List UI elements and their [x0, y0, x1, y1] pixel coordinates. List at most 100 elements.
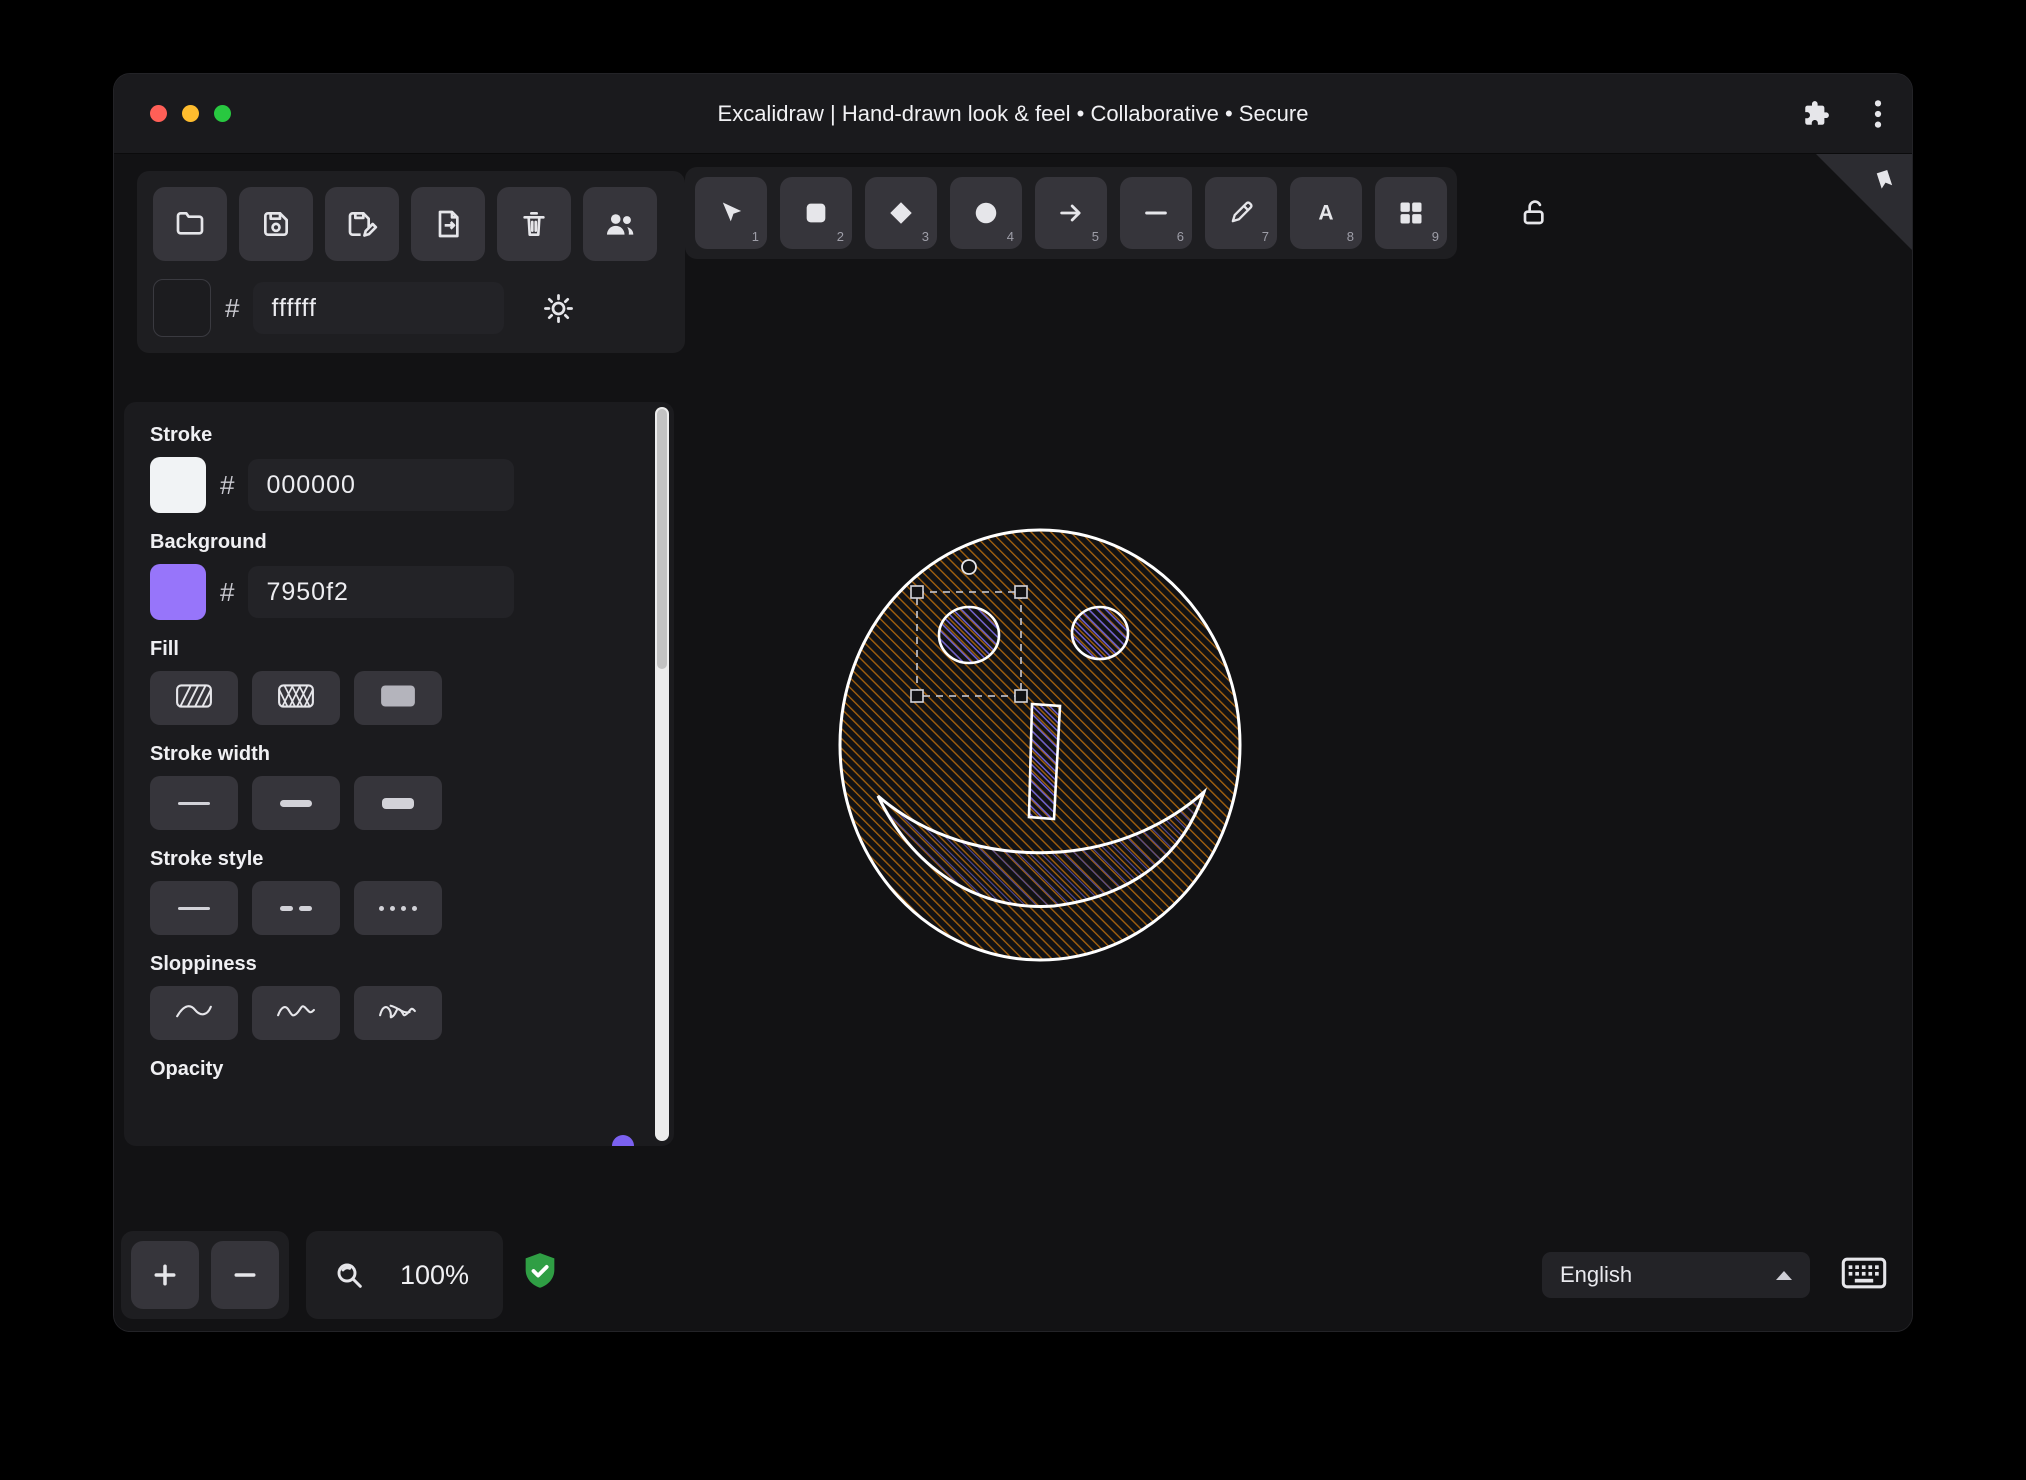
tool-shapes-library[interactable]: 9 — [1375, 177, 1447, 249]
rectangle-icon — [802, 199, 830, 227]
tool-line[interactable]: 6 — [1120, 177, 1192, 249]
crosshatch-icon — [277, 683, 315, 714]
export-icon — [432, 208, 464, 240]
tool-shortcut: 9 — [1431, 229, 1439, 244]
tool-rectangle[interactable]: 2 — [780, 177, 852, 249]
canvas-color-input[interactable] — [253, 282, 505, 334]
panel-scrollbar[interactable] — [655, 407, 669, 1141]
collaborators-icon — [603, 207, 637, 241]
zoom-reset-icon — [333, 1259, 365, 1291]
arrow-icon — [1057, 199, 1085, 227]
fullscreen-button[interactable] — [214, 105, 231, 122]
hachure-icon — [175, 683, 213, 714]
encryption-shield-icon[interactable] — [519, 1250, 561, 1297]
tool-arrow[interactable]: 5 — [1035, 177, 1107, 249]
resize-handle-ne[interactable] — [1014, 585, 1028, 599]
stroke-width-bold-button[interactable] — [252, 776, 340, 830]
chevron-up-icon — [1776, 1270, 1792, 1280]
opacity-label: Opacity — [150, 1058, 224, 1080]
rotation-handle[interactable] — [961, 559, 977, 575]
shapes-grid-icon — [1397, 199, 1425, 227]
theme-sun-icon[interactable] — [542, 292, 575, 325]
sloppiness-cartoonist-button[interactable] — [354, 986, 442, 1040]
ellipse-icon — [972, 199, 1000, 227]
tool-selection[interactable]: 1 — [695, 177, 767, 249]
minus-icon — [230, 1260, 260, 1290]
plus-icon — [150, 1260, 180, 1290]
line-icon — [1142, 199, 1170, 227]
background-color-input[interactable] — [248, 566, 515, 618]
bold-line-icon — [280, 799, 312, 807]
kebab-menu-icon[interactable] — [1874, 99, 1882, 129]
tool-shortcut: 4 — [1006, 229, 1014, 244]
zoom-island — [121, 1231, 289, 1319]
save-button[interactable] — [239, 187, 313, 261]
close-button[interactable] — [150, 105, 167, 122]
tool-draw[interactable]: 7 — [1205, 177, 1277, 249]
zoom-out-button[interactable] — [211, 1241, 279, 1309]
tool-shortcut: 6 — [1176, 229, 1184, 244]
nose-shape[interactable] — [1027, 702, 1062, 821]
collaboration-button[interactable] — [583, 187, 657, 261]
canvas-background-swatch[interactable] — [153, 279, 211, 337]
sloppiness-artist-button[interactable] — [252, 986, 340, 1040]
resize-handle-se[interactable] — [1014, 689, 1028, 703]
stroke-style-dashed-button[interactable] — [252, 881, 340, 935]
drawing-smiley[interactable] — [814, 514, 1284, 994]
stroke-style-label: Stroke style — [150, 848, 264, 870]
background-color-swatch[interactable] — [150, 564, 206, 620]
tool-shortcut: 2 — [836, 229, 844, 244]
fill-hachure-button[interactable] — [150, 671, 238, 725]
properties-panel: Stroke # Background # Fill — [124, 402, 674, 1146]
zoom-level[interactable]: 100% — [400, 1260, 469, 1291]
open-button[interactable] — [153, 187, 227, 261]
stroke-color-swatch[interactable] — [150, 457, 206, 513]
tool-text[interactable]: A 8 — [1290, 177, 1362, 249]
traffic-lights — [150, 105, 231, 122]
zoom-reset-button[interactable] — [316, 1242, 382, 1308]
zoom-reset-island: 100% — [306, 1231, 504, 1319]
stroke-style-solid-button[interactable] — [150, 881, 238, 935]
resize-handle-sw[interactable] — [910, 689, 924, 703]
left-eye-shape[interactable] — [937, 605, 1001, 665]
resize-handle-nw[interactable] — [910, 585, 924, 599]
tool-shortcut: 5 — [1091, 229, 1099, 244]
dotted-line-icon — [401, 905, 406, 911]
minimize-button[interactable] — [182, 105, 199, 122]
zoom-in-button[interactable] — [131, 1241, 199, 1309]
library-corner-toggle[interactable] — [1816, 154, 1912, 250]
tool-diamond[interactable]: 3 — [865, 177, 937, 249]
stroke-width-label: Stroke width — [150, 743, 271, 765]
lock-icon[interactable] — [1519, 197, 1551, 234]
text-icon: A — [1312, 199, 1340, 227]
save-as-button[interactable] — [325, 187, 399, 261]
keyboard-shortcuts-icon[interactable] — [1841, 1256, 1887, 1295]
sloppiness-architect-button[interactable] — [150, 986, 238, 1040]
canvas-area[interactable]: # 1 2 3 4 — [114, 154, 1912, 1331]
tool-ellipse[interactable]: 4 — [950, 177, 1022, 249]
right-eye-shape[interactable] — [1070, 605, 1130, 661]
background-label: Background — [150, 531, 267, 553]
cartoonist-squiggle-icon — [378, 999, 418, 1028]
fill-crosshatch-button[interactable] — [252, 671, 340, 725]
language-select[interactable]: English — [1542, 1252, 1810, 1298]
opacity-slider-thumb[interactable] — [612, 1135, 634, 1146]
title-bar: Excalidraw | Hand-drawn look & feel • Co… — [114, 74, 1912, 154]
fill-solid-button[interactable] — [354, 671, 442, 725]
dotted-line-icon — [412, 905, 417, 911]
stroke-color-input[interactable] — [248, 459, 515, 511]
stroke-width-thin-button[interactable] — [150, 776, 238, 830]
stroke-style-dotted-button[interactable] — [354, 881, 442, 935]
extensions-icon[interactable] — [1803, 100, 1830, 127]
extrabold-line-icon — [382, 797, 414, 809]
window-title: Excalidraw | Hand-drawn look & feel • Co… — [717, 100, 1309, 126]
app-window: Excalidraw | Hand-drawn look & feel • Co… — [114, 74, 1912, 1331]
diamond-icon — [887, 199, 915, 227]
pencil-icon — [1227, 199, 1255, 227]
stroke-width-extrabold-button[interactable] — [354, 776, 442, 830]
export-button[interactable] — [411, 187, 485, 261]
save-icon — [260, 208, 292, 240]
panel-scrollbar-thumb[interactable] — [657, 409, 667, 669]
tool-shortcut: 1 — [751, 229, 759, 244]
delete-button[interactable] — [497, 187, 571, 261]
